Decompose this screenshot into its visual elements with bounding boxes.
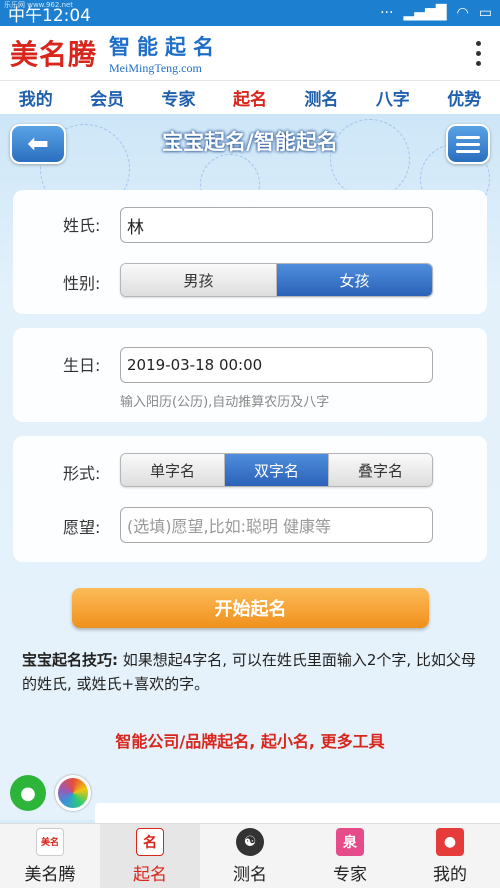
style-wish-card: 形式: 单字名 双字名 叠字名 愿望: (选填)愿望,比如:聪明 健康等 — [13, 436, 487, 562]
tab-naming[interactable]: 名 起名 — [100, 824, 200, 888]
link-separator: , — [308, 732, 315, 751]
tab-label: 测名 — [233, 864, 267, 885]
yinyang-icon: ☯ — [236, 827, 264, 856]
more-icon: ··· — [380, 5, 394, 21]
name-form-selector: 单字名 双字名 叠字名 — [120, 453, 433, 487]
overflow-menu-icon[interactable] — [466, 40, 490, 66]
nav-item-bazi[interactable]: 八字 — [376, 85, 410, 110]
nav-item-naming[interactable]: 起名 — [233, 85, 267, 110]
status-bar: 乐乐网 www.962.net 中午12:04 ··· ▂▄▆█ ◠ ▭ — [0, 0, 500, 26]
status-icons: ··· ▂▄▆█ ◠ ▭ — [380, 5, 492, 21]
birthday-input[interactable]: 2019-03-18 00:00 — [120, 347, 433, 383]
more-tools-link[interactable]: 更多工具 — [321, 732, 385, 751]
wifi-icon: ◠ — [456, 5, 469, 21]
naming-icon: 名 — [136, 827, 164, 856]
wish-label: 愿望: — [63, 518, 101, 537]
tab-label: 起名 — [133, 864, 167, 885]
battery-icon: ▭ — [478, 5, 492, 21]
birthday-hint: 输入阳历(公历),自动推算农历及八字 — [120, 395, 330, 410]
gender-label: 性别: — [63, 274, 101, 293]
nickname-link[interactable]: 起小名 — [261, 732, 309, 751]
surname-label: 姓氏: — [63, 216, 101, 235]
more-links: 智能公司/品牌起名, 起小名, 更多工具 — [0, 728, 500, 752]
expert-icon: 泉 — [336, 827, 364, 856]
company-naming-link[interactable]: 智能公司/品牌起名 — [115, 732, 249, 751]
tab-home[interactable]: 美名 美名腾 — [0, 824, 100, 888]
back-button[interactable]: ⬅ — [10, 124, 66, 164]
app-header: 美名腾 智能起名 MeiMingTeng.com — [0, 26, 500, 80]
form-option-single[interactable]: 单字名 — [121, 454, 225, 486]
tab-test-name[interactable]: ☯ 测名 — [200, 824, 300, 888]
form-label: 形式: — [63, 464, 101, 483]
brand-block: 智能起名 MeiMingTeng.com — [109, 31, 221, 76]
form-option-repeat[interactable]: 叠字名 — [329, 454, 432, 486]
name-gender-card: 姓氏: 林 性别: 男孩 女孩 — [13, 190, 487, 314]
tab-expert[interactable]: 泉 专家 — [300, 824, 400, 888]
nav-item-advantage[interactable]: 优势 — [447, 85, 481, 110]
start-naming-button[interactable]: 开始起名 — [72, 588, 429, 628]
gender-selector: 男孩 女孩 — [120, 263, 433, 297]
logo-icon: 美名 — [36, 827, 64, 856]
logo: 美名腾 — [10, 38, 98, 71]
signal-icon: ▂▄▆█ — [403, 5, 447, 21]
nav-item-mine[interactable]: 我的 — [19, 85, 53, 110]
nav-item-expert[interactable]: 专家 — [162, 85, 196, 110]
user-icon: ● — [436, 827, 464, 856]
tab-label: 美名腾 — [24, 864, 76, 885]
back-arrow-icon: ⬅ — [27, 129, 49, 159]
top-nav: 我的 会员 专家 起名 测名 八字 优势 — [0, 80, 500, 114]
tab-mine[interactable]: ● 我的 — [400, 824, 500, 888]
hamburger-menu-button[interactable] — [446, 124, 490, 164]
wish-input[interactable]: (选填)愿望,比如:聪明 健康等 — [120, 507, 433, 543]
camera-icon[interactable] — [55, 775, 91, 811]
tab-label: 专家 — [333, 864, 367, 885]
birthday-label: 生日: — [63, 356, 101, 375]
link-separator: , — [249, 732, 256, 751]
gender-option-boy[interactable]: 男孩 — [121, 264, 277, 296]
brand-url: MeiMingTeng.com — [109, 60, 202, 75]
tab-label: 我的 — [433, 864, 467, 885]
wechat-icon[interactable]: ● — [10, 775, 46, 811]
nav-item-member[interactable]: 会员 — [90, 85, 124, 110]
bottom-tab-bar: 美名 美名腾 名 起名 ☯ 测名 泉 专家 ● 我的 — [0, 823, 500, 888]
page-title: 宝宝起名/智能起名 — [162, 130, 338, 154]
brand-title: 智能起名 — [109, 33, 222, 59]
nav-item-test-name[interactable]: 测名 — [304, 85, 338, 110]
birthday-card: 生日: 2019-03-18 00:00 输入阳历(公历),自动推算农历及八字 — [13, 328, 487, 422]
surname-input[interactable]: 林 — [120, 207, 433, 243]
gender-option-girl[interactable]: 女孩 — [277, 264, 432, 296]
form-option-double[interactable]: 双字名 — [225, 454, 329, 486]
page-header: ⬅ 宝宝起名/智能起名 — [0, 114, 500, 168]
naming-tip: 宝宝起名技巧: 如果想起4字名, 可以在姓氏里面输入2个字, 比如父母的姓氏, … — [22, 648, 478, 696]
tip-title: 宝宝起名技巧: — [22, 651, 118, 669]
ad-strip — [95, 803, 500, 823]
watermark-text: 乐乐网 www.962.net — [4, 1, 74, 9]
